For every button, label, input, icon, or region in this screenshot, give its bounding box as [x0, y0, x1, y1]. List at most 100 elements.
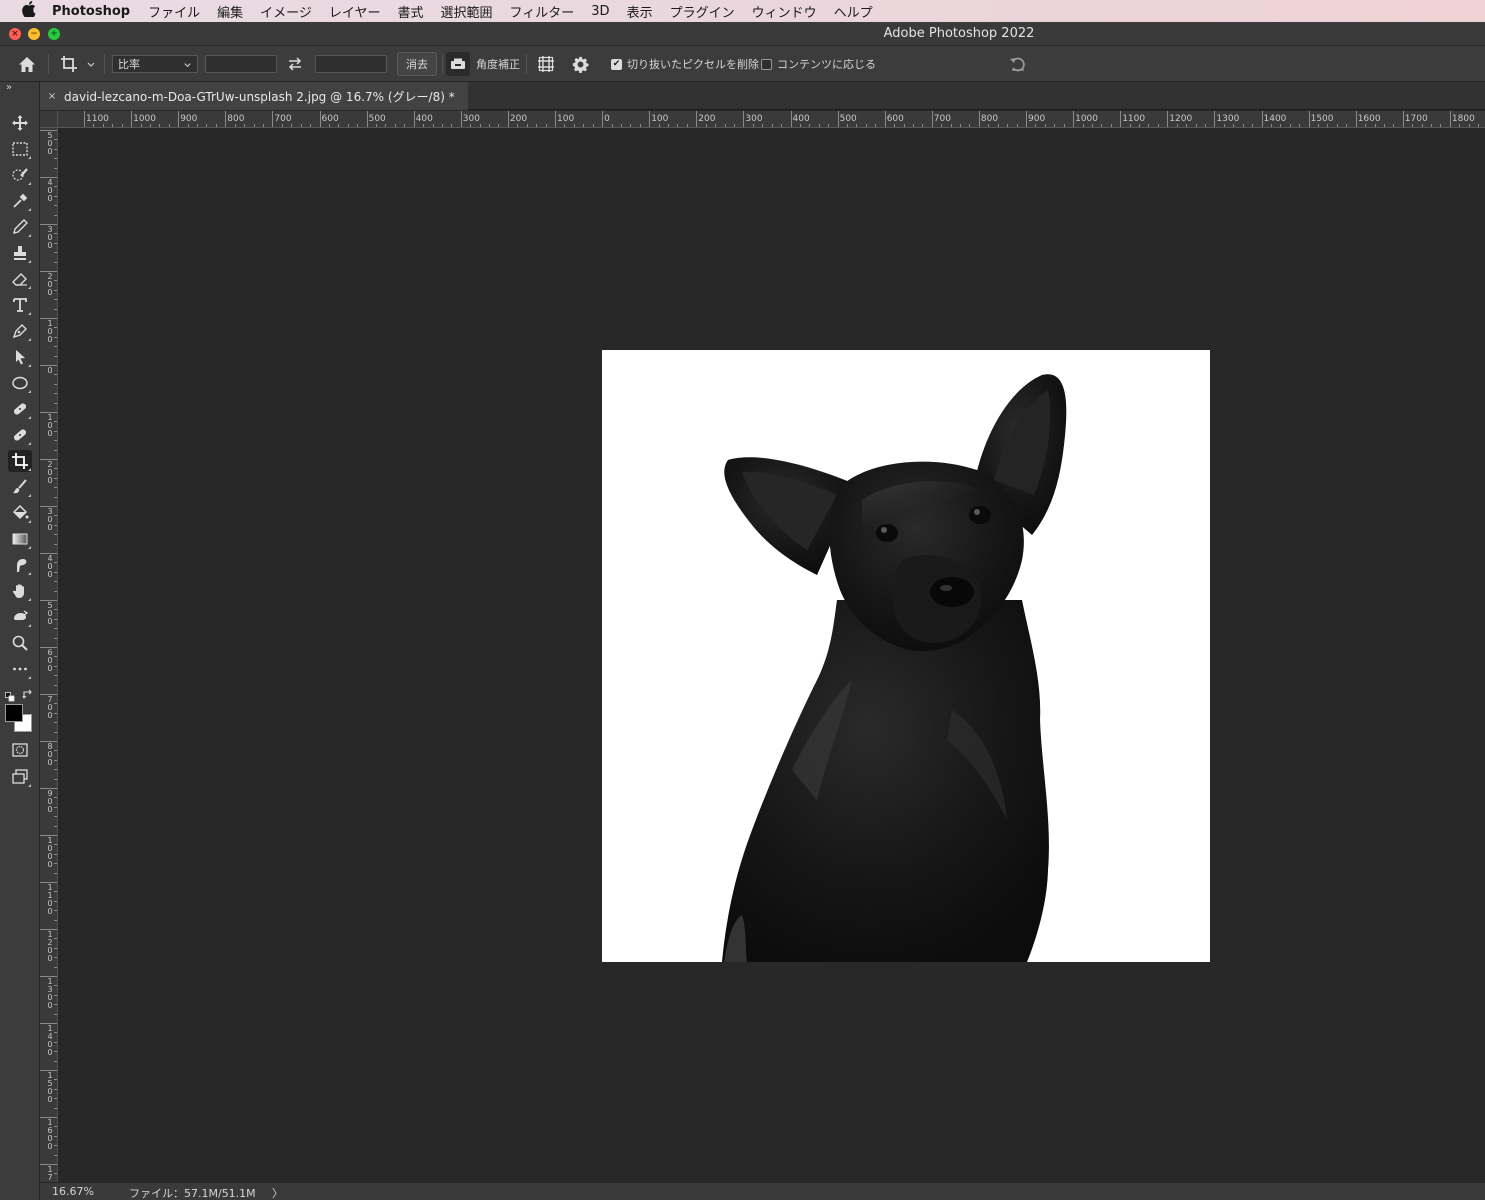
document-image[interactable]: [602, 350, 1210, 962]
canvas-area[interactable]: [58, 128, 1485, 1182]
mixer-brush-tool[interactable]: [8, 476, 32, 498]
foreground-color-swatch[interactable]: [5, 704, 23, 722]
ruler-minor-tick: [912, 124, 914, 127]
patch-tool[interactable]: [8, 424, 32, 446]
ratio-width-field[interactable]: [205, 55, 277, 73]
ruler-tick: [178, 111, 180, 127]
move-tool[interactable]: [8, 112, 32, 134]
ruler-minor-tick: [432, 124, 434, 127]
ruler-label: 800: [47, 742, 53, 767]
straighten-label: 角度補正: [476, 58, 520, 71]
ruler-minor-tick: [668, 124, 670, 127]
ruler-minor-tick: [809, 124, 811, 127]
ruler-tick: [225, 111, 227, 127]
app-menu[interactable]: Photoshop: [52, 4, 130, 19]
ruler-minor-tick: [1233, 124, 1235, 127]
menu-edit[interactable]: 編集: [217, 2, 243, 21]
ruler-minor-tick: [262, 124, 264, 127]
ruler-minor-tick: [724, 124, 726, 127]
default-colors-button[interactable]: [5, 687, 15, 702]
smudge-tool[interactable]: [8, 554, 32, 576]
tool-preset-picker[interactable]: [60, 46, 96, 82]
menu-type[interactable]: 書式: [398, 2, 424, 21]
ruler-minor-tick: [54, 562, 57, 564]
home-button[interactable]: [18, 46, 36, 82]
apple-icon[interactable]: [18, 1, 40, 21]
quick-selection-tool[interactable]: [8, 164, 32, 186]
menu-window[interactable]: ウィンドウ: [752, 2, 817, 21]
edit-toolbar-button[interactable]: [8, 658, 32, 680]
ruler-minor-tick: [1148, 124, 1150, 127]
ruler-tick: [1026, 111, 1027, 127]
eraser-tool[interactable]: [8, 268, 32, 290]
paint-bucket-tool[interactable]: [8, 502, 32, 524]
healing-brush-tool[interactable]: [8, 398, 32, 420]
ruler-label: 200: [47, 272, 53, 297]
ruler-minor-tick: [54, 900, 57, 902]
document-tab[interactable]: × david-lezcano-m-Doa-GTrUw-unsplash 2.j…: [40, 82, 468, 110]
ruler-minor-tick: [357, 124, 359, 127]
ruler-label: 900: [47, 789, 53, 814]
clone-stamp-tool[interactable]: [8, 242, 32, 264]
clear-button[interactable]: 消去: [397, 52, 437, 76]
eyedropper-tool[interactable]: [8, 190, 32, 212]
quick-mask-button[interactable]: [8, 739, 32, 761]
ratio-height-field[interactable]: [315, 55, 387, 73]
vertical-ruler[interactable]: 500 400 300 200 100 0 100 200 300 400 500 600 700 800…: [40, 128, 58, 1182]
zoom-level[interactable]: 16.67%: [52, 1185, 94, 1198]
hand-tool[interactable]: [8, 580, 32, 602]
ruler-tick: [366, 111, 368, 127]
path-selection-tool[interactable]: [8, 346, 32, 368]
delete-cropped-pixels-checkbox[interactable]: ✔ 切り抜いたピクセルを削除: [611, 46, 759, 82]
swap-ratio-button[interactable]: [287, 46, 303, 82]
screen-mode-button[interactable]: [8, 766, 32, 788]
ruler-minor-tick: [1223, 124, 1225, 127]
menu-image[interactable]: イメージ: [260, 2, 312, 21]
swap-colors-button[interactable]: [22, 686, 34, 699]
ellipse-tool[interactable]: [8, 372, 32, 394]
menu-plugins[interactable]: プラグイン: [670, 2, 735, 21]
menu-file[interactable]: ファイル: [148, 2, 200, 21]
menu-filter[interactable]: フィルター: [510, 2, 575, 21]
ruler-label: 900: [180, 114, 198, 124]
close-tab-icon[interactable]: ×: [40, 91, 64, 102]
overlay-options-button[interactable]: [537, 46, 555, 82]
menu-view[interactable]: 表示: [627, 2, 653, 21]
ruler-label: 0: [47, 366, 53, 375]
ruler-minor-tick: [1336, 124, 1338, 127]
brush-tool[interactable]: [8, 216, 32, 238]
ruler-minor-tick: [54, 618, 57, 620]
ruler-minor-tick: [54, 1145, 57, 1147]
status-menu-arrow[interactable]: 〉: [272, 1185, 283, 1200]
rotate-view-tool[interactable]: [8, 606, 32, 628]
reset-crop-button[interactable]: [1009, 46, 1027, 82]
menu-help[interactable]: ヘルプ: [834, 2, 873, 21]
type-tool[interactable]: [8, 294, 32, 316]
ruler-label: 300: [462, 114, 480, 124]
ruler-minor-tick: [620, 124, 622, 127]
ratio-select[interactable]: 比率: [112, 55, 198, 73]
horizontal-ruler[interactable]: 1100 1000 900 800 700 600 500 400 300 200 100 0 100 2…: [58, 111, 1485, 128]
ruler-origin[interactable]: [40, 111, 58, 128]
stamp-icon: [14, 246, 26, 260]
pen-tool[interactable]: [8, 320, 32, 342]
ruler-minor-tick: [54, 665, 57, 667]
crop-settings-button[interactable]: [572, 46, 589, 82]
crop-tool[interactable]: [8, 450, 32, 472]
ruler-minor-tick: [54, 609, 57, 611]
ruler-label: 500: [368, 114, 386, 124]
menu-layer[interactable]: レイヤー: [329, 2, 381, 21]
ruler-minor-tick: [54, 496, 57, 498]
ruler-label: 800: [980, 114, 999, 124]
menu-select[interactable]: 選択範囲: [441, 2, 493, 21]
gradient-tool[interactable]: [8, 528, 32, 550]
zoom-tool[interactable]: [8, 632, 32, 654]
ruler-minor-tick: [197, 124, 199, 127]
collapse-panel-icon[interactable]: »: [6, 82, 12, 93]
marquee-tool[interactable]: [8, 138, 32, 160]
ruler-minor-tick: [54, 308, 57, 310]
ruler-minor-tick: [404, 124, 406, 127]
content-aware-checkbox[interactable]: コンテンツに応じる: [761, 46, 876, 82]
straighten-button[interactable]: 角度補正: [446, 46, 520, 82]
menu-3d[interactable]: 3D: [591, 4, 609, 19]
